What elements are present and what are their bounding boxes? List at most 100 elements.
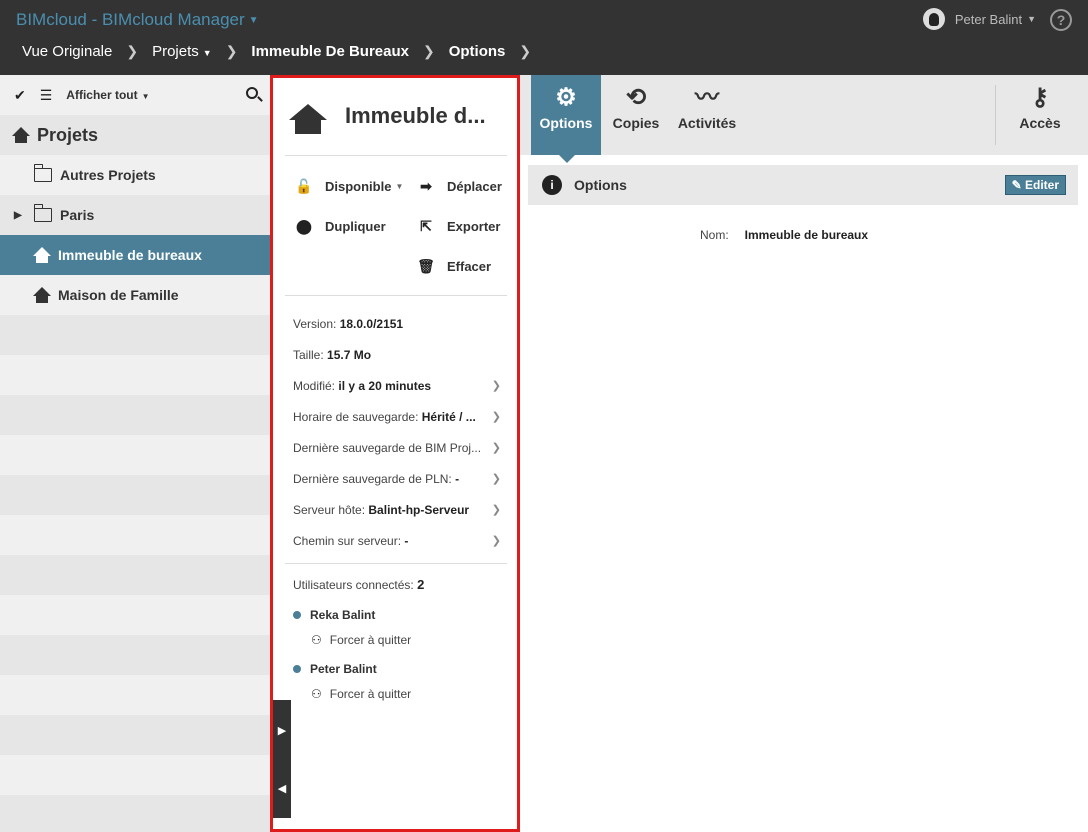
sidebar-item-maison-de-famille[interactable]: Maison de Famille: [0, 275, 270, 315]
availability-label: Disponible: [325, 179, 392, 194]
expand-panel-handle[interactable]: ◀: [273, 758, 291, 818]
force-quit-button[interactable]: ⚇ Forcer à quitter: [311, 633, 411, 647]
sidebar-item-paris[interactable]: ▶ Paris: [0, 195, 270, 235]
edit-label: Editer: [1024, 178, 1059, 192]
house-icon: [289, 96, 327, 136]
chevron-left-icon: ◀: [277, 782, 287, 795]
info-last-pln-backup[interactable]: Dernière sauvegarde de PLN: -: [293, 472, 503, 486]
empty-row: [0, 555, 270, 595]
chevron-right-icon: ❯: [422, 43, 435, 59]
sidebar: ✔ ☰ Afficher tout ▼ Projets Autres Projet…: [0, 75, 270, 832]
chevron-right-icon[interactable]: ❯: [492, 503, 501, 516]
sidebar-section-projets[interactable]: Projets: [0, 115, 270, 155]
sidebar-item-autres-projets[interactable]: Autres Projets: [0, 155, 270, 195]
move-label: Déplacer: [447, 179, 502, 194]
section-title: Projets: [37, 124, 99, 145]
breadcrumb-item-project[interactable]: Immeuble De Bureaux: [251, 43, 409, 60]
connected-count: 2: [417, 577, 425, 592]
app-title-menu[interactable]: BIMcloud - BIMcloud Manager ▼: [16, 10, 259, 30]
force-quit-button[interactable]: ⚇ Forcer à quitter: [311, 687, 411, 701]
export-label: Exporter: [447, 219, 501, 234]
search-icon[interactable]: [246, 87, 258, 99]
empty-row: [0, 475, 270, 515]
tab-activities[interactable]: 〰 Activités: [672, 75, 742, 155]
checkmark-icon[interactable]: ✔: [14, 87, 26, 104]
delete-label: Effacer: [447, 259, 492, 274]
info-modified[interactable]: Modifié: il y a 20 minutes: [293, 379, 503, 393]
info-backup-schedule[interactable]: Horaire de sauvegarde: Hérité / ...: [293, 410, 485, 424]
breadcrumb-item-vue-originale[interactable]: Vue Originale: [22, 43, 112, 60]
empty-row: [0, 715, 270, 755]
duplicate-icon: ⬤: [296, 218, 312, 234]
empty-row: [0, 315, 270, 355]
breadcrumb-label: Projets: [152, 43, 199, 60]
chevron-down-icon: ▼: [1027, 14, 1036, 24]
info-value: 15.7 Mo: [327, 348, 372, 362]
divider: [285, 295, 507, 296]
empty-row: [0, 635, 270, 675]
chevron-right-icon: ▶: [277, 724, 287, 737]
chevron-right-icon[interactable]: ❯: [492, 379, 501, 392]
info-label: Dernière sauvegarde de PLN:: [293, 472, 452, 486]
kick-user-icon: ⚇: [311, 633, 322, 647]
chevron-down-icon: ▼: [141, 92, 150, 101]
collapse-panel-handle[interactable]: ▶: [273, 700, 291, 760]
chevron-right-icon[interactable]: ❯: [492, 410, 501, 423]
tab-label: Options: [539, 115, 593, 131]
tab-label: Copies: [612, 115, 660, 131]
availability-dropdown[interactable]: 🔓 Disponible ▼: [293, 178, 403, 195]
sidebar-item-label: Maison de Famille: [58, 287, 179, 303]
info-value: -: [455, 472, 460, 486]
tab-access[interactable]: ⚷ Accès: [1010, 75, 1070, 155]
connected-label: Utilisateurs connectés:: [293, 578, 414, 592]
chevron-right-icon[interactable]: ❯: [519, 43, 531, 60]
info-value: Balint-hp-Serveur: [368, 503, 470, 517]
unlock-icon: 🔓: [295, 178, 313, 194]
info-value: Hérité / ...: [421, 410, 476, 424]
tab-copies[interactable]: ⟲ Copies: [606, 75, 666, 155]
duplicate-button[interactable]: ⬤ Dupliquer: [293, 218, 386, 235]
export-button[interactable]: ⇱ Exporter: [415, 218, 500, 235]
info-value: il y a 20 minutes: [338, 379, 432, 393]
divider: [995, 85, 996, 145]
folder-icon: [33, 204, 52, 222]
user-menu[interactable]: Peter Balint ▼: [922, 8, 1036, 30]
tab-options[interactable]: ⚙ Options: [531, 75, 601, 163]
chevron-right-icon[interactable]: ❯: [492, 441, 501, 454]
edit-button[interactable]: ✎ Editer: [1004, 175, 1066, 195]
top-bar: BIMcloud - BIMcloud Manager ▼ Peter Balin…: [0, 0, 1088, 75]
house-icon: [33, 247, 51, 263]
move-button[interactable]: ➡ Déplacer: [415, 178, 502, 195]
project-details-panel: Immeuble d... 🔓 Disponible ▼ ➡ Déplacer …: [270, 75, 520, 832]
expand-arrow-icon[interactable]: ▶: [14, 210, 22, 221]
info-value: 18.0.0/2151: [339, 317, 404, 331]
info-server-path[interactable]: Chemin sur serveur: -: [293, 534, 503, 548]
tab-label: Accès: [1019, 115, 1061, 131]
info-label: Modifié:: [293, 379, 336, 393]
empty-row: [0, 395, 270, 435]
connected-user: Peter Balint: [293, 662, 377, 676]
info-host-server[interactable]: Serveur hôte: Balint-hp-Serveur: [293, 503, 503, 517]
project-title-text: Immeuble d...: [345, 103, 486, 128]
breadcrumb-item-options[interactable]: Options: [449, 43, 506, 60]
options-header: i Options ✎ Editer: [528, 165, 1078, 205]
info-label: Dernière sauvegarde de BIM Proj...: [293, 441, 482, 455]
chevron-right-icon[interactable]: ❯: [492, 534, 501, 547]
info-label: Chemin sur serveur:: [293, 534, 402, 548]
info-icon: i: [542, 175, 562, 195]
delete-button[interactable]: 🗑 Effacer: [415, 258, 491, 275]
help-icon[interactable]: ?: [1050, 9, 1072, 31]
sidebar-item-immeuble-de-bureaux[interactable]: Immeuble de bureaux: [0, 235, 270, 275]
info-last-bimproject-backup[interactable]: Dernière sauvegarde de BIM Proj...: [293, 441, 485, 455]
info-size: Taille: 15.7 Mo: [293, 348, 503, 362]
export-icon: ⇱: [420, 218, 432, 234]
empty-row: [0, 755, 270, 795]
right-toolbar: ⚙ Options ⟲ Copies 〰 Activités ⚷ Accès: [520, 75, 1088, 163]
list-icon[interactable]: ☰: [40, 87, 53, 104]
force-quit-label: Forcer à quitter: [329, 687, 412, 701]
empty-row: [0, 675, 270, 715]
chevron-right-icon[interactable]: ❯: [492, 472, 501, 485]
filter-dropdown[interactable]: Afficher tout ▼: [66, 88, 149, 102]
divider: [285, 155, 507, 156]
breadcrumb-item-projets[interactable]: Projets ▼: [152, 43, 212, 60]
